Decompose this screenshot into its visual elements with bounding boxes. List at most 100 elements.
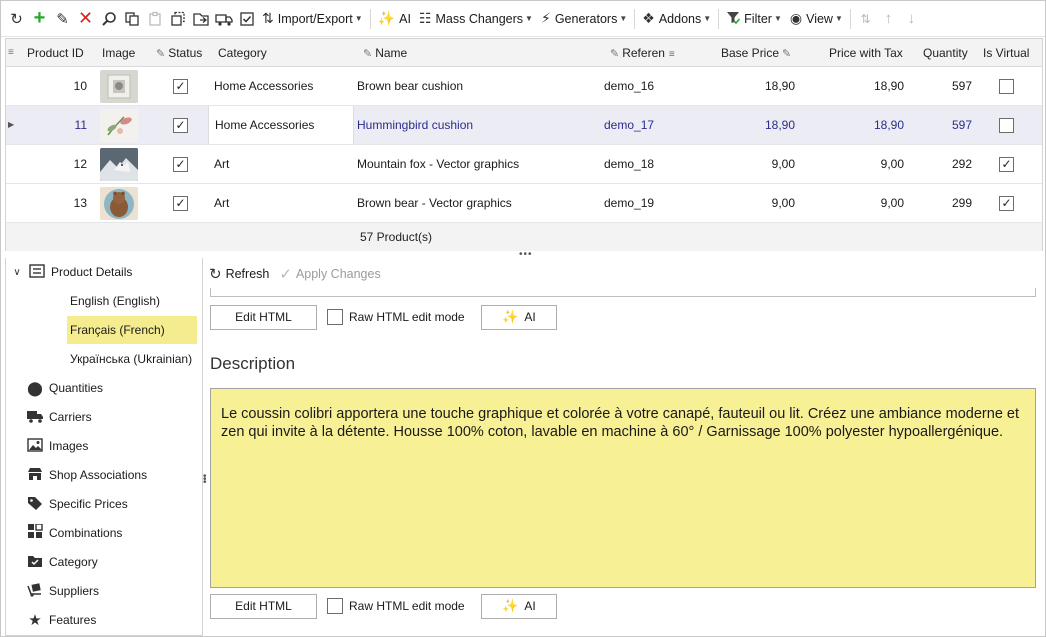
cell-reference[interactable]: demo_17 [604, 106, 694, 144]
column-chooser-icon[interactable]: ≡ [8, 39, 14, 67]
status-checkbox[interactable]: ✓ [173, 118, 188, 133]
table-row-selected[interactable]: ▶ 11 ✓ Home Accessories Hummingbird cush… [6, 106, 1042, 145]
sort-icon[interactable]: ⇅ [854, 6, 877, 32]
table-row[interactable]: 13 ✓ Art Brown bear - Vector graphics de… [6, 184, 1042, 223]
cell-category[interactable]: Art [214, 145, 354, 183]
cell-reference[interactable]: demo_16 [604, 67, 694, 105]
cell-price-with-tax[interactable]: 18,90 [806, 67, 904, 105]
cell-name[interactable]: Hummingbird cushion [357, 106, 597, 144]
move-icon[interactable] [189, 6, 212, 32]
duplicate-icon[interactable] [166, 6, 189, 32]
cell-reference[interactable]: demo_18 [604, 145, 694, 183]
cell-price-with-tax[interactable]: 9,00 [806, 184, 904, 222]
tree-item-specific-prices[interactable]: Specific Prices [26, 490, 128, 518]
column-price-with-tax[interactable]: Price with Tax [829, 39, 903, 67]
column-category[interactable]: Category [218, 39, 267, 67]
tree-item-carriers[interactable]: Carriers [26, 403, 92, 431]
virtual-checkbox[interactable]: ✓ [999, 157, 1014, 172]
view-menu[interactable]: ◉ View ▼ [786, 6, 847, 32]
raw-html-checkbox[interactable] [327, 598, 343, 614]
column-product-id[interactable]: Product ID [27, 39, 84, 67]
cell-name[interactable]: Brown bear - Vector graphics [357, 184, 597, 222]
cell-name[interactable]: Mountain fox - Vector graphics [357, 145, 597, 183]
chevron-down-icon[interactable]: ∨ [10, 267, 24, 278]
cell-quantity[interactable]: 597 [911, 67, 972, 105]
cell-quantity[interactable]: 299 [911, 184, 972, 222]
description-editor[interactable]: Le coussin colibri apportera une touche … [210, 388, 1036, 588]
import-export-menu[interactable]: ⇅ Import/Export ▼ [258, 6, 367, 32]
cell-product-id[interactable]: 11 [26, 106, 87, 144]
refresh-button[interactable]: ↻ Refresh [209, 265, 269, 283]
cell-reference[interactable]: demo_19 [604, 184, 694, 222]
cell-price-with-tax[interactable]: 9,00 [806, 145, 904, 183]
apply-changes-button[interactable]: ✓ Apply Changes [279, 265, 380, 283]
cell-product-id[interactable]: 12 [26, 145, 87, 183]
cell-base-price[interactable]: 18,90 [706, 106, 795, 144]
product-thumbnail[interactable] [100, 109, 138, 142]
horizontal-splitter[interactable]: ••• [1, 249, 1045, 260]
product-thumbnail[interactable] [100, 187, 138, 220]
product-thumbnail[interactable] [100, 148, 138, 181]
tree-item-suppliers[interactable]: Suppliers [26, 577, 99, 605]
find-icon[interactable] [97, 6, 120, 32]
tree-item-features[interactable]: ★ Features [26, 606, 96, 634]
cell-category[interactable]: Art [214, 184, 354, 222]
raw-html-toggle[interactable]: Raw HTML edit mode [327, 598, 481, 614]
column-is-virtual[interactable]: Is Virtual [983, 39, 1029, 67]
product-thumbnail[interactable] [100, 70, 138, 103]
short-description-editor[interactable] [210, 288, 1036, 297]
status-checkbox[interactable]: ✓ [173, 196, 188, 211]
ai-button[interactable]: ✨ AI [481, 304, 557, 330]
cell-product-id[interactable]: 10 [26, 67, 87, 105]
cell-base-price[interactable]: 18,90 [706, 67, 795, 105]
column-status[interactable]: ✎ Status [156, 39, 202, 67]
virtual-checkbox[interactable] [999, 79, 1014, 94]
filter-menu[interactable]: Filter ▼ [722, 6, 786, 32]
move-down-icon[interactable]: ↓ [900, 6, 923, 32]
tree-item-english[interactable]: English (English) [67, 287, 160, 315]
copy-icon[interactable] [120, 6, 143, 32]
tree-item-shop-associations[interactable]: Shop Associations [26, 461, 147, 489]
status-checkbox[interactable]: ✓ [173, 79, 188, 94]
raw-html-checkbox[interactable] [327, 309, 343, 325]
paste-icon[interactable] [143, 6, 166, 32]
column-quantity[interactable]: Quantity [923, 39, 968, 67]
tree-item-ukrainian[interactable]: Українська (Ukrainian) [67, 345, 192, 373]
tree-item-category[interactable]: Category [26, 548, 98, 576]
generators-menu[interactable]: ⚡ Generators ▼ [537, 6, 631, 32]
cell-category[interactable]: Home Accessories [214, 67, 354, 105]
cell-base-price[interactable]: 9,00 [706, 184, 795, 222]
tree-item-combinations[interactable]: Combinations [26, 519, 122, 547]
ai-button[interactable]: ✨ AI [374, 6, 415, 32]
add-icon[interactable]: + [28, 6, 51, 32]
column-reference[interactable]: ✎ Referen ≡ [610, 39, 688, 67]
raw-html-toggle[interactable]: Raw HTML edit mode [327, 309, 481, 325]
move-up-icon[interactable]: ↑ [877, 6, 900, 32]
virtual-checkbox[interactable]: ✓ [999, 196, 1014, 211]
vertical-splitter-grip-icon[interactable]: • • • [203, 472, 207, 488]
cell-quantity[interactable]: 597 [911, 106, 972, 144]
cell-category-editor[interactable]: Home Accessories [208, 106, 354, 144]
cell-product-id[interactable]: 13 [26, 184, 87, 222]
table-row[interactable]: 10 ✓ Home Accessories Brown bear cushion… [6, 67, 1042, 106]
cell-base-price[interactable]: 9,00 [706, 145, 795, 183]
shipping-icon[interactable] [212, 6, 235, 32]
column-base-price[interactable]: Base Price ✎ [721, 39, 794, 67]
checklist-icon[interactable] [235, 6, 258, 32]
cell-quantity[interactable]: 292 [911, 145, 972, 183]
table-row[interactable]: 12 ✓ Art Mountain fox - Vector graphics … [6, 145, 1042, 184]
refresh-icon[interactable]: ↻ [5, 6, 28, 32]
delete-icon[interactable]: ✕ [74, 6, 97, 32]
tree-item-quantities[interactable]: ⬤ Quantities [26, 374, 103, 402]
status-checkbox[interactable]: ✓ [173, 157, 188, 172]
virtual-checkbox[interactable] [999, 118, 1014, 133]
addons-menu[interactable]: ❖ Addons ▼ [638, 6, 715, 32]
edit-html-button[interactable]: Edit HTML [210, 593, 317, 619]
tree-item-french[interactable]: Français (French) [67, 316, 197, 344]
tree-item-images[interactable]: Images [26, 432, 88, 460]
edit-html-button[interactable]: Edit HTML [210, 304, 317, 330]
cell-price-with-tax[interactable]: 18,90 [806, 106, 904, 144]
column-name[interactable]: ✎ Name [363, 39, 407, 67]
description-text[interactable]: Le coussin colibri apportera une touche … [221, 405, 1027, 441]
column-image[interactable]: Image [102, 39, 135, 67]
